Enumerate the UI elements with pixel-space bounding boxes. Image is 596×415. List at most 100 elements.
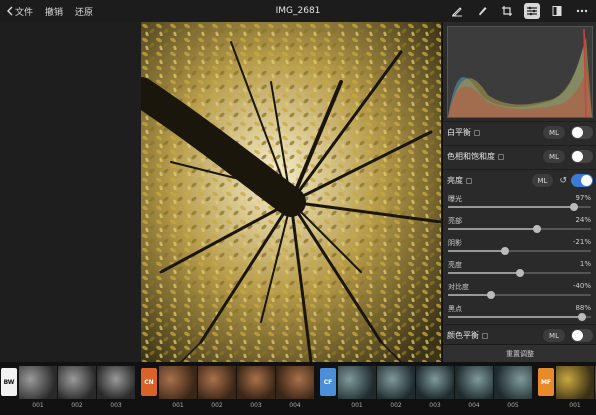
slider-row: 亮度 1% bbox=[443, 258, 596, 280]
markup-button[interactable] bbox=[449, 3, 465, 19]
white-balance-label: 白平衡 bbox=[447, 128, 471, 137]
slider-knob[interactable] bbox=[486, 291, 495, 299]
slider-track[interactable] bbox=[448, 203, 591, 211]
slider-row: 亮部 24% bbox=[443, 214, 596, 236]
filter-thumbnail[interactable]: 002 bbox=[377, 362, 415, 415]
slider-value: -21% bbox=[572, 238, 591, 246]
light-row[interactable]: 亮度 ML ↺ bbox=[443, 169, 596, 191]
filter-thumbnail[interactable]: 003 bbox=[416, 362, 454, 415]
filter-category[interactable]: CF bbox=[319, 362, 337, 415]
filter-label: 002 bbox=[211, 402, 223, 409]
filter-label: 003 bbox=[250, 402, 262, 409]
brush-button[interactable] bbox=[474, 3, 490, 19]
filter-category-badge: MF bbox=[538, 368, 554, 396]
compare-button[interactable] bbox=[549, 3, 565, 19]
filter-label: 005 bbox=[507, 402, 519, 409]
back-button[interactable]: 文件 bbox=[6, 5, 33, 18]
slider-row: 对比度 -40% bbox=[443, 280, 596, 302]
slider-knob[interactable] bbox=[578, 313, 587, 321]
filter-filmstrip[interactable]: BW 001 002 003 CN 001 002 003 004 CF 001 002 003 004 0… bbox=[0, 362, 596, 415]
filter-thumbnail[interactable]: 005 bbox=[494, 362, 532, 415]
info-icon bbox=[474, 129, 480, 136]
filter-label: 001 bbox=[351, 402, 363, 409]
light-toggle[interactable] bbox=[571, 174, 593, 187]
color-balance-row[interactable]: 颜色平衡 ML bbox=[443, 324, 596, 346]
markup-icon bbox=[452, 7, 462, 17]
slider-label: 阴影 bbox=[448, 239, 462, 247]
slider-label: 对比度 bbox=[448, 283, 469, 291]
info-icon bbox=[498, 153, 504, 160]
slider-value: 88% bbox=[575, 304, 591, 312]
slider-fill bbox=[448, 316, 583, 318]
more-button[interactable] bbox=[574, 3, 590, 19]
adjustment-panel: 白平衡 ML 色相和饱和度 ML 亮度 ML ↺ 曝光 97% 亮部 24% 阴影 -21… bbox=[442, 22, 596, 362]
slider-fill bbox=[448, 294, 491, 296]
hue-saturation-ml-button[interactable]: ML bbox=[543, 150, 565, 163]
slider-value: 1% bbox=[579, 260, 591, 268]
white-balance-toggle[interactable] bbox=[571, 126, 593, 139]
filter-preview bbox=[237, 366, 275, 399]
filter-thumbnail[interactable]: 001 bbox=[338, 362, 376, 415]
filter-thumbnail[interactable]: 004 bbox=[276, 362, 314, 415]
filter-preview bbox=[556, 366, 594, 399]
filter-preview bbox=[159, 366, 197, 399]
slider-fill bbox=[448, 250, 506, 252]
info-icon bbox=[482, 332, 488, 339]
filter-category[interactable]: MF bbox=[537, 362, 555, 415]
slider-label: 黑点 bbox=[448, 305, 462, 313]
filter-label: 003 bbox=[429, 402, 441, 409]
filter-category-badge: CF bbox=[320, 368, 336, 396]
filter-thumbnail[interactable]: 003 bbox=[97, 362, 135, 415]
slider-knob[interactable] bbox=[532, 225, 541, 233]
compare-icon bbox=[552, 6, 562, 16]
undo-button[interactable]: 撤销 bbox=[45, 5, 63, 18]
filter-label: 001 bbox=[569, 402, 581, 409]
filter-category[interactable]: CN bbox=[140, 362, 158, 415]
adjust-icon bbox=[527, 6, 537, 16]
filter-preview bbox=[338, 366, 376, 399]
filter-category-badge: CN bbox=[141, 368, 157, 396]
filter-label: 004 bbox=[468, 402, 480, 409]
filter-thumbnail[interactable]: 001 bbox=[556, 362, 594, 415]
info-icon bbox=[466, 177, 472, 184]
white-balance-ml-button[interactable]: ML bbox=[543, 126, 565, 139]
slider-knob[interactable] bbox=[515, 269, 524, 277]
hue-saturation-toggle[interactable] bbox=[571, 150, 593, 163]
light-ml-button[interactable]: ML bbox=[531, 174, 554, 187]
color-balance-toggle[interactable] bbox=[571, 329, 593, 342]
crop-button[interactable] bbox=[499, 3, 515, 19]
filter-preview bbox=[455, 366, 493, 399]
filter-label: 002 bbox=[71, 402, 83, 409]
filter-thumbnail[interactable]: 003 bbox=[237, 362, 275, 415]
reset-icon[interactable]: ↺ bbox=[559, 176, 567, 186]
white-balance-row[interactable]: 白平衡 ML bbox=[443, 121, 596, 143]
filter-thumbnail[interactable]: 002 bbox=[58, 362, 96, 415]
reset-adjustments-button[interactable]: 重置调整 bbox=[443, 344, 596, 362]
filter-thumbnail[interactable]: 001 bbox=[19, 362, 57, 415]
light-label: 亮度 bbox=[447, 176, 463, 185]
slider-track[interactable] bbox=[448, 313, 591, 321]
filter-thumbnail[interactable]: 004 bbox=[455, 362, 493, 415]
filter-thumbnail[interactable]: 002 bbox=[198, 362, 236, 415]
filter-preview bbox=[377, 366, 415, 399]
filter-preview bbox=[58, 366, 96, 399]
hue-saturation-label: 色相和饱和度 bbox=[447, 152, 495, 161]
filter-thumbnail[interactable]: 001 bbox=[159, 362, 197, 415]
filter-label: 002 bbox=[390, 402, 402, 409]
slider-knob[interactable] bbox=[569, 203, 578, 211]
filter-category[interactable]: BW bbox=[0, 362, 18, 415]
slider-row: 黑点 88% bbox=[443, 302, 596, 324]
top-toolbar: 文件 撤销 还原 IMG_2681 bbox=[0, 0, 596, 22]
color-balance-ml-button[interactable]: ML bbox=[543, 329, 565, 342]
slider-track[interactable] bbox=[448, 291, 591, 299]
image-canvas[interactable] bbox=[0, 22, 442, 362]
redo-button[interactable]: 还原 bbox=[75, 5, 93, 18]
hue-saturation-row[interactable]: 色相和饱和度 ML bbox=[443, 145, 596, 167]
slider-label: 亮部 bbox=[448, 217, 462, 225]
slider-track[interactable] bbox=[448, 247, 591, 255]
slider-track[interactable] bbox=[448, 269, 591, 277]
slider-knob[interactable] bbox=[501, 247, 510, 255]
slider-track[interactable] bbox=[448, 225, 591, 233]
filter-preview bbox=[494, 366, 532, 399]
adjust-button[interactable] bbox=[524, 3, 540, 19]
